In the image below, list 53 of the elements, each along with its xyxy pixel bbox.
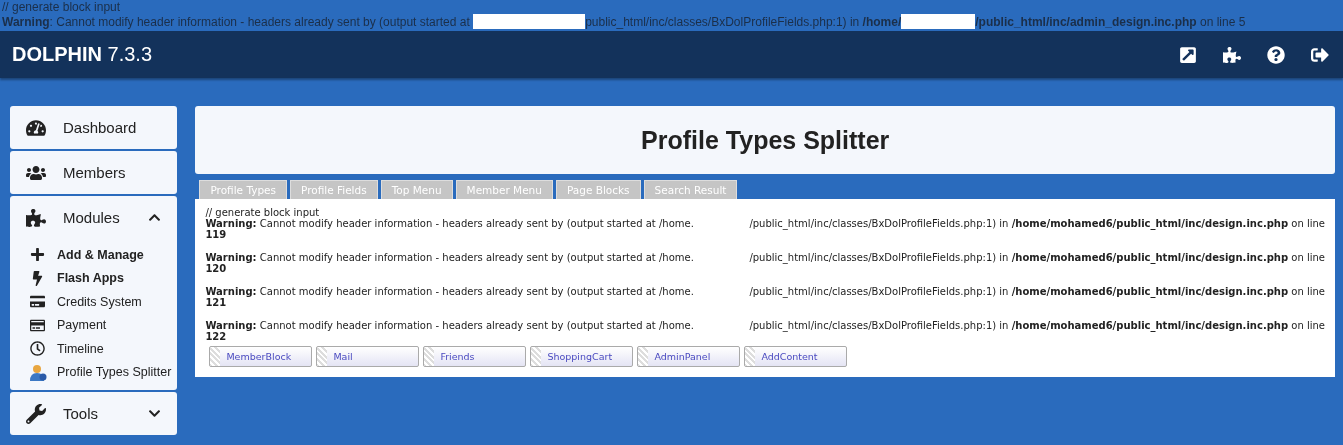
page-title: Profile Types Splitter xyxy=(641,125,890,155)
warning-text: : Cannot modify header information - headers already sent by (output started at xyxy=(49,14,471,29)
warning-label: Warning xyxy=(2,14,50,29)
debug-comment: // generate block input xyxy=(205,207,320,218)
debug-comment: // generate block input xyxy=(2,0,122,14)
credit-card-icon xyxy=(30,317,45,333)
brand-title: DOLPHIN 7.3.3 xyxy=(12,43,153,66)
warning-text: /public_html/inc/classes/BxDolProfileFields.php:1) in /home/mohamed6/public_html/inc/design.inc.php on line xyxy=(749,320,1325,331)
warning-text: Warning: Cannot modify header information - headers already sent by (output started at /home. xyxy=(205,286,695,297)
submenu-item[interactable]: Flash Apps xyxy=(30,266,178,290)
bolt-icon xyxy=(30,270,45,286)
submenu-item[interactable]: Profile Types Splitter xyxy=(30,360,178,384)
puzzle-icon xyxy=(26,207,46,228)
warning-text: Warning: Cannot modify header information - headers already sent by (output started at /home. xyxy=(205,218,695,229)
block-button[interactable]: Mail xyxy=(316,346,420,367)
line-number: 122 xyxy=(205,331,227,342)
sidebar-item[interactable]: Tools xyxy=(10,392,178,435)
clock-icon xyxy=(30,341,45,357)
warning-text: Warning: Cannot modify header information - headers already sent by (output started at /home. xyxy=(205,252,695,263)
puzzle-icon[interactable] xyxy=(1223,45,1241,64)
sidebar-item[interactable]: Modules xyxy=(10,196,178,239)
submenu-item[interactable]: Add & Manage xyxy=(30,243,178,267)
warning-text: /public_html/inc/classes/BxDolProfileFields.php:1) in /home/mohamed6/public_html/inc/design.inc.php on line xyxy=(749,286,1325,297)
line-number: 121 xyxy=(205,297,227,308)
block-button[interactable]: AdminPanel xyxy=(637,346,741,367)
submenu-item[interactable]: Credits System xyxy=(30,290,178,314)
file-path: /public_html/inc/admin_design.inc.php xyxy=(975,14,1197,29)
user-icon xyxy=(30,363,47,381)
external-link-icon[interactable] xyxy=(1179,45,1197,64)
sidebar-item[interactable]: Dashboard xyxy=(10,106,178,149)
warning-text: on line 5 xyxy=(1198,14,1246,29)
chevron-icon xyxy=(148,211,162,224)
logout-icon[interactable] xyxy=(1311,45,1329,64)
block-button[interactable]: Friends xyxy=(423,346,527,367)
warning-text: Warning: Cannot modify header information - headers already sent by (output started at /home. xyxy=(205,320,695,331)
chevron-icon xyxy=(148,407,162,420)
warning-text: public_html/inc/classes/BxDolProfileFields.php:1) in xyxy=(585,14,861,29)
plus-icon xyxy=(30,247,45,263)
line-number: 120 xyxy=(205,263,227,274)
file-path: /home/ xyxy=(862,14,902,29)
block-button[interactable]: AddContent xyxy=(744,346,848,367)
credit-card-icon xyxy=(30,294,45,310)
submenu-item[interactable]: Payment xyxy=(30,313,178,337)
help-icon[interactable] xyxy=(1267,45,1285,64)
warning-text: /public_html/inc/classes/BxDolProfileFields.php:1) in /home/mohamed6/public_html/inc/design.inc.php on line xyxy=(749,252,1325,263)
line-number: 119 xyxy=(205,229,227,240)
block-button[interactable]: MemberBlock xyxy=(209,346,313,367)
submenu-item[interactable]: Timeline xyxy=(30,337,178,361)
dashboard-icon xyxy=(26,117,46,138)
warning-text: /public_html/inc/classes/BxDolProfileFields.php:1) in /home/mohamed6/public_html/inc/design.inc.php on line xyxy=(749,218,1325,229)
wrench-icon xyxy=(26,403,46,424)
sidebar-item[interactable]: Members xyxy=(10,151,178,194)
block-button[interactable]: ShoppingCart xyxy=(530,346,634,367)
